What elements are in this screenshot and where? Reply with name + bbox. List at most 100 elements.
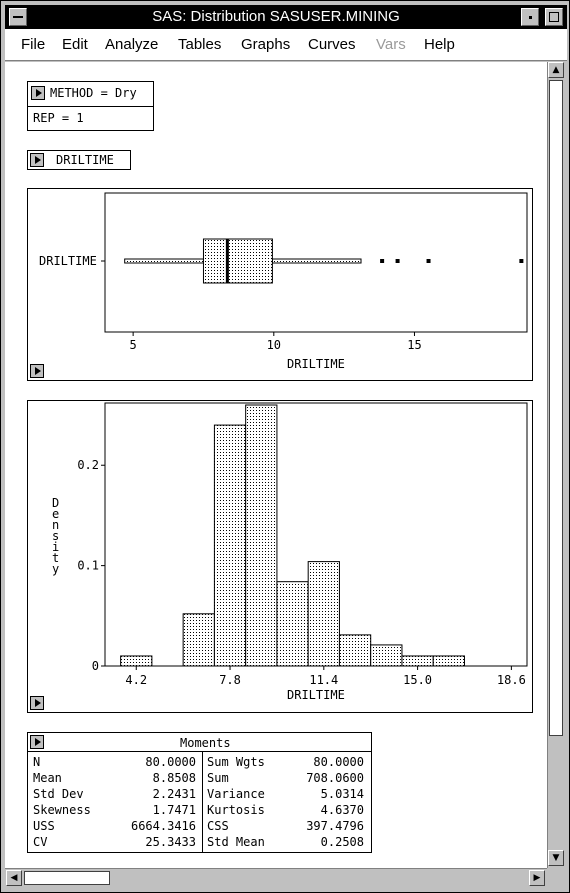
moments-popup-button[interactable] [30,735,44,749]
boxplot-outlier [519,259,524,263]
scroll-up-button[interactable]: ▲ [548,62,564,78]
moments-stat-name: Sum Wgts [207,755,265,769]
horizontal-scroll-thumb[interactable] [24,871,110,885]
moments-stat-value: 2.2431 [152,787,196,801]
boxplot-outlier [426,259,431,263]
group-popup-button[interactable] [31,86,45,100]
histogram-xlabel: DRILTIME [287,688,345,702]
boxplot-outlier [395,259,400,263]
scroll-right-button[interactable]: ▶ [529,870,545,886]
vertical-scroll-thumb[interactable] [549,80,563,736]
moments-column-divider [202,751,203,852]
moments-stat-name: Skewness [33,803,91,817]
histogram-x-tick-label: 4.2 [125,673,147,687]
boxplot-xlabel: DRILTIME [287,357,345,371]
minimize-icon [529,16,532,19]
vertical-scrollbar[interactable]: ▲ ▼ [547,62,565,868]
scrollbar-corner [547,868,565,888]
boxplot-box [202,238,273,284]
histogram-y-tick-label: 0.1 [77,559,99,573]
menu-curves[interactable]: Curves [308,36,356,53]
moments-stat-value: 1.7471 [152,803,196,817]
moments-stat-value: 80.0000 [145,755,196,769]
menu-vars[interactable]: Vars [376,36,406,53]
moments-stat-name: Mean [33,771,62,785]
menu-edit[interactable]: Edit [62,36,88,53]
histogram-popup-button[interactable] [30,696,44,710]
moments-stat-value: 6664.3416 [130,819,196,833]
menu-tables[interactable]: Tables [178,36,221,53]
moments-stat-value: 80.0000 [313,755,364,769]
histogram-bar [307,561,340,667]
boxplot-panel: 5 10 15 DRILTIME DRILTIME [27,188,533,381]
moments-title: Moments [180,736,231,750]
variable-popup-button[interactable] [30,153,44,167]
group-box: METHOD = Dry REP = 1 [27,81,154,131]
menu-help[interactable]: Help [424,36,455,53]
variable-box: DRILTIME [27,150,131,170]
histogram-panel: 4.2 7.8 11.4 15.0 18.6 0 0.1 0.2 DRILTIME Densi… [27,400,570,713]
moments-stat-value: 4.6370 [320,803,364,817]
moments-stat-value: 8.8508 [152,771,196,785]
boxplot-ylabel: DRILTIME [39,254,97,268]
moments-stat-value: 0.2508 [320,835,364,849]
histogram-svg: 4.2 7.8 11.4 15.0 18.6 0 0.1 0.2 DRILTIME Densi… [52,402,570,702]
scroll-down-icon: ▼ [552,853,560,863]
histogram-bar [245,404,278,667]
boxplot-lower-whisker [124,258,204,264]
boxplot-outlier [380,259,385,263]
histogram-bar [276,581,309,667]
boxplot-upper-whisker [271,258,362,264]
scroll-down-button[interactable]: ▼ [548,850,564,866]
variable-name: DRILTIME [56,153,114,167]
moments-stat-name: USS [33,819,55,833]
window-title: SAS: Distribution SASUSER.MINING [152,8,400,25]
moments-header-divider [28,751,371,752]
histogram-bar [370,644,403,667]
scroll-up-icon: ▲ [552,65,560,75]
menu-file[interactable]: File [21,36,45,53]
boxplot-popup-button[interactable] [30,364,44,378]
histogram-bar [338,634,372,667]
moments-stat-name: Variance [207,787,265,801]
scroll-left-icon: ◀ [10,873,18,883]
histogram-y-tick-label: 0.2 [77,458,99,472]
histogram-x-tick-label: 15.0 [403,673,432,687]
boxplot-x-tick-label: 15 [407,338,421,352]
moments-stat-name: Std Dev [33,787,84,801]
menu-analyze[interactable]: Analyze [105,36,158,53]
moments-stat-name: Sum [207,771,229,785]
group-divider [28,106,153,107]
moments-stat-name: CSS [207,819,229,833]
moments-stat-name: CV [33,835,48,849]
histogram-x-tick-label: 11.4 [309,673,338,687]
moments-stat-name: Kurtosis [207,803,265,817]
system-menu-button[interactable] [9,8,27,26]
histogram-ylabel: Density [52,496,59,576]
boxplot-svg: 5 10 15 DRILTIME DRILTIME [39,192,528,371]
horizontal-scrollbar[interactable]: ◀ ▶ [5,868,547,888]
histogram-bar [182,613,215,667]
histogram-y-tick-label: 0 [92,659,99,673]
histogram-x-tick-label: 18.6 [497,673,526,687]
minimize-button[interactable] [521,8,539,26]
histogram-bar [120,655,153,667]
menu-graphs[interactable]: Graphs [241,36,290,53]
group-method-label: METHOD = Dry [50,86,137,100]
title-bar[interactable]: SAS: Distribution SASUSER.MINING [5,5,567,29]
analysis-client-area: METHOD = Dry REP = 1 DRILTIME 5 10 15 DRIL… [5,62,570,868]
histogram-bar [432,655,465,667]
moments-stat-value: 708.0600 [306,771,364,785]
maximize-icon [549,12,559,22]
group-rep-label: REP = 1 [33,111,84,125]
moments-stat-name: Std Mean [207,835,265,849]
window-frame: SAS: Distribution SASUSER.MINING File Ed… [0,0,570,893]
boxplot-x-tick-label: 10 [267,338,281,352]
menu-bar: File Edit Analyze Tables Graphs Curves V… [5,29,567,61]
moments-stat-value: 397.4796 [306,819,364,833]
boxplot-x-tick-label: 5 [130,338,137,352]
maximize-button[interactable] [545,8,563,26]
moments-table: Moments N 80.0000 Sum Wgts 80.0000 Mean 8.850… [27,732,372,853]
system-menu-icon [13,16,23,18]
scroll-left-button[interactable]: ◀ [6,870,22,886]
